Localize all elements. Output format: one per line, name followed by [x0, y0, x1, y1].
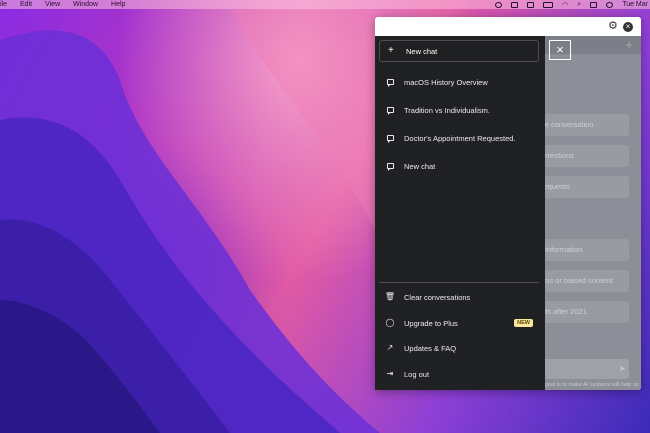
clear-conversations-label: Clear conversations — [404, 292, 471, 302]
conversation-item[interactable]: New chat — [379, 156, 539, 176]
example-item: se conversation — [545, 114, 629, 136]
siri-icon[interactable] — [606, 1, 614, 8]
user-icon: ◯ — [385, 318, 395, 327]
window-titlebar: ⚙ × — [375, 17, 641, 36]
plus-icon: + — [625, 37, 633, 52]
limitation-item: ons or biased content — [545, 270, 629, 292]
menu-view[interactable]: View — [45, 0, 60, 9]
conversation-item[interactable]: Doctor's Appointment Requested. — [379, 128, 539, 148]
log-out-label: Log out — [404, 369, 430, 379]
menu-bar: ile Edit View Window Help ◠ ⌕ Tue Mar — [0, 0, 650, 9]
chatgpt-menubar-icon[interactable] — [495, 1, 503, 8]
capability-item: requests — [545, 176, 629, 198]
chat-bubble-icon — [385, 107, 395, 115]
wifi-icon[interactable]: ◠ — [562, 1, 568, 9]
conversation-title: Doctor's Appointment Requested. — [404, 133, 516, 143]
x-circle-icon[interactable]: × — [623, 22, 633, 32]
upgrade-to-plus-button[interactable]: ◯ Upgrade to Plus NEW — [379, 313, 539, 333]
conversation-title: Tradition vs Individualism. — [404, 105, 491, 115]
chat-bubble-icon — [385, 135, 395, 143]
display-icon[interactable] — [511, 1, 519, 8]
battery-icon[interactable] — [543, 1, 554, 8]
chat-bubble-icon — [385, 79, 395, 87]
external-link-icon: ↗ — [386, 343, 394, 352]
clear-conversations-button[interactable]: 🗑 Clear conversations — [379, 287, 539, 307]
close-sidebar-button[interactable]: × — [549, 40, 571, 60]
updates-faq-label: Updates & FAQ — [404, 343, 457, 353]
calendar-icon[interactable] — [527, 1, 535, 8]
new-badge: NEW — [514, 319, 533, 327]
spotlight-search-icon[interactable]: ⌕ — [577, 1, 581, 9]
menu-edit[interactable]: Edit — [20, 0, 32, 9]
menu-file[interactable]: ile — [0, 0, 7, 9]
chat-bubble-icon — [385, 163, 395, 171]
message-input — [545, 359, 629, 379]
upgrade-label: Upgrade to Plus — [404, 318, 458, 328]
control-center-icon[interactable] — [590, 1, 598, 8]
conversation-title: New chat — [404, 161, 436, 171]
main-panel-overlay: + se conversation orrections requests t … — [545, 36, 641, 390]
trash-icon: 🗑 — [384, 292, 396, 301]
sidebar-divider — [379, 282, 539, 283]
limitation-item: t information — [545, 239, 629, 261]
updates-faq-link[interactable]: ↗ Updates & FAQ — [379, 338, 539, 358]
menubar-clock[interactable]: Tue Mar — [622, 1, 648, 8]
logout-icon: ⇥ — [386, 369, 394, 378]
menu-window[interactable]: Window — [73, 0, 98, 9]
new-chat-label: New chat — [406, 46, 438, 56]
conversation-item[interactable]: macOS History Overview — [379, 72, 539, 92]
conversation-item[interactable]: Tradition vs Individualism. — [379, 100, 539, 120]
conversation-title: macOS History Overview — [404, 77, 488, 87]
new-chat-button[interactable]: + New chat — [379, 40, 539, 62]
limitation-item: nts after 2021 — [545, 301, 629, 323]
send-icon: ➤ — [619, 364, 626, 373]
menu-help[interactable]: Help — [111, 0, 125, 9]
plus-icon: + — [388, 45, 394, 56]
footer-text: goal is to make AI systems will help us … — [545, 382, 639, 390]
capability-item: orrections — [545, 145, 629, 167]
sidebar: + New chat macOS History Overview Tradit… — [375, 36, 545, 390]
gear-icon[interactable]: ⚙ — [608, 21, 618, 32]
log-out-button[interactable]: ⇥ Log out — [379, 364, 539, 384]
